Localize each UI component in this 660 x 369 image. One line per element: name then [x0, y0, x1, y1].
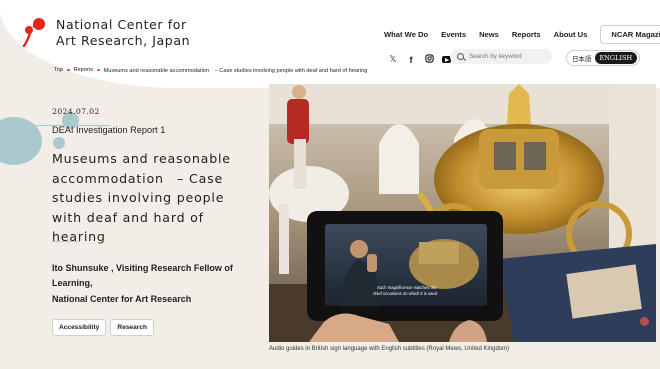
nav-about-us[interactable]: About Us	[554, 30, 588, 39]
logo-line-2: Art Research, Japan	[56, 33, 191, 48]
search-input[interactable]	[469, 53, 549, 60]
decorative-circle-small	[53, 137, 65, 149]
breadcrumb-separator	[97, 68, 100, 72]
social-links: 𝕏 f	[388, 54, 451, 65]
breadcrumb-current: Museums and reasonable accommodation – C…	[103, 68, 368, 74]
article-tags: Accessibility Research	[52, 319, 155, 336]
hero-photo: Such magnificence matches the chief occa…	[269, 84, 656, 342]
main-nav: What We Do Events News Reports About Us …	[384, 25, 660, 44]
site-logo[interactable]: National Center for Art Research, Japan	[22, 17, 190, 49]
logo-line-1: National Center for	[56, 17, 187, 32]
ncar-magazine-button[interactable]: NCAR Magazine	[600, 25, 660, 44]
x-icon[interactable]: 𝕏	[388, 54, 398, 65]
search-box[interactable]	[450, 49, 552, 64]
breadcrumb-top[interactable]: Top	[54, 67, 63, 73]
title-divider	[52, 241, 80, 242]
scroll-indicator[interactable]	[640, 317, 649, 326]
logo-mark-icon	[22, 18, 45, 47]
hero-caption: Audio guides in British sign language wi…	[269, 346, 510, 352]
article-date: 2024.07.02	[52, 107, 100, 116]
article-title: Museums and reasonable accommodation – C…	[52, 151, 231, 244]
nav-what-we-do[interactable]: What We Do	[384, 30, 428, 39]
breadcrumb-separator	[67, 68, 70, 72]
lang-english[interactable]: ENGLISH	[594, 52, 638, 64]
instagram-icon[interactable]	[424, 54, 434, 65]
lang-japanese[interactable]: 日本語	[572, 53, 592, 63]
author-line-2: National Center for Art Research	[52, 293, 192, 304]
breadcrumb: Top Reports Museums and reasonable accom…	[54, 66, 367, 74]
screen-subtitle-1: Such magnificence matches the	[377, 285, 437, 290]
author-line-1: Ito Shunsuke , Visiting Research Fellow …	[52, 263, 233, 289]
tag-research[interactable]: Research	[110, 319, 155, 336]
article-author: Ito Shunsuke , Visiting Research Fellow …	[52, 261, 262, 307]
breadcrumb-reports[interactable]: Reports	[74, 67, 94, 73]
nav-news[interactable]: News	[479, 30, 499, 39]
facebook-icon[interactable]: f	[406, 55, 416, 65]
article-series: DEAI Investigation Report 1	[52, 125, 166, 135]
nav-reports[interactable]: Reports	[512, 30, 541, 39]
nav-events[interactable]: Events	[441, 30, 466, 39]
search-icon	[457, 53, 464, 60]
screen-subtitle-2: chief occasions on which it is used	[373, 291, 438, 296]
language-switcher: 日本語 ENGLISH	[566, 50, 641, 66]
tag-accessibility[interactable]: Accessibility	[52, 319, 107, 336]
hero-image: Such magnificence matches the chief occa…	[269, 84, 656, 342]
logo-text: National Center for Art Research, Japan	[56, 17, 190, 49]
